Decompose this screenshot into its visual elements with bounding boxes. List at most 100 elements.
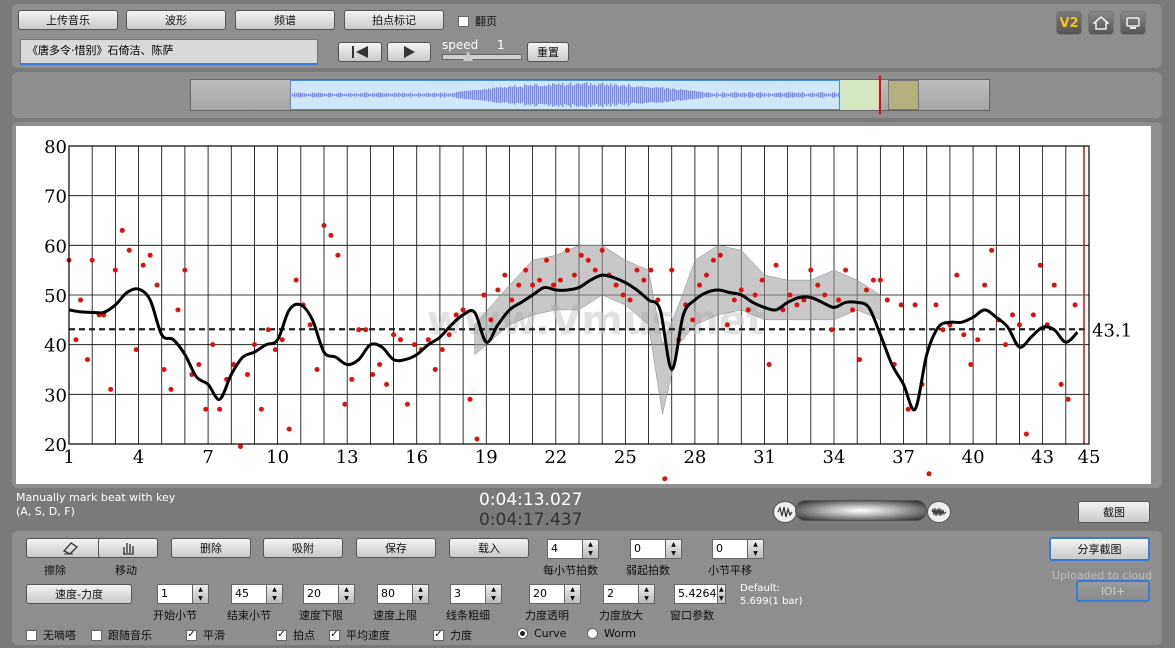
zoom-in-button[interactable] bbox=[927, 501, 951, 523]
stepper-arrows-icon[interactable]: ▲ ▼ bbox=[565, 584, 581, 604]
top-stepper-value[interactable]: 0 bbox=[712, 539, 748, 559]
previous-track-button[interactable] bbox=[338, 42, 382, 62]
home-button[interactable] bbox=[1088, 11, 1114, 35]
option-checkbox-5[interactable]: ✓ 力度 bbox=[433, 627, 472, 643]
bottom-stepper-value[interactable]: 20 bbox=[303, 584, 339, 604]
bottom-stepper-1[interactable]: 45 ▲ ▼ bbox=[231, 584, 283, 604]
option-checkbox-2[interactable]: ✓ 平滑 bbox=[186, 627, 225, 643]
waveform-sample bbox=[772, 94, 773, 96]
checkbox-box[interactable]: ✓ bbox=[329, 630, 340, 641]
bottom-stepper-value[interactable]: 5.4264 bbox=[674, 584, 718, 604]
bottom-stepper-4[interactable]: 3 ▲ ▼ bbox=[450, 584, 502, 604]
bottom-stepper-5[interactable]: 20 ▲ ▼ bbox=[529, 584, 581, 604]
waveform-sample bbox=[300, 93, 301, 97]
waveform-sample bbox=[602, 83, 603, 108]
stepper-arrows-icon[interactable]: ▲ ▼ bbox=[639, 584, 655, 604]
screenshot-button[interactable]: 截图 bbox=[1078, 501, 1150, 523]
tempo-chart[interactable]: 203040506070801 4 7 10 13 16 19 22 25 28 31 34 37 40 4… bbox=[16, 126, 1151, 484]
stepper-arrows-icon[interactable]: ▲ ▼ bbox=[748, 539, 764, 559]
option-checkbox-1[interactable]: 跟随音乐 bbox=[91, 627, 152, 643]
flip-page-checkbox[interactable]: 翻页 bbox=[458, 13, 497, 29]
bottom-stepper-label: 力度透明 bbox=[525, 607, 569, 623]
bottom-stepper-value[interactable]: 80 bbox=[377, 584, 413, 604]
speed-force-button[interactable]: 速度-力度 bbox=[26, 584, 132, 604]
checkbox-box[interactable]: ✓ bbox=[276, 630, 287, 641]
top-stepper-value[interactable]: 0 bbox=[630, 539, 666, 559]
top-stepper-2[interactable]: 0 ▲ ▼ bbox=[712, 539, 764, 559]
screen-button[interactable] bbox=[1120, 11, 1146, 35]
bottom-stepper-label: 力度放大 bbox=[599, 607, 643, 623]
display-mode-radio-1[interactable]: Worm bbox=[587, 627, 636, 640]
snap-button[interactable]: 吸附 bbox=[263, 538, 343, 558]
beat-point bbox=[774, 263, 779, 268]
erase-label: 擦除 bbox=[44, 562, 66, 578]
waveform-sample bbox=[758, 92, 759, 97]
bottom-stepper-value[interactable]: 45 bbox=[231, 584, 267, 604]
speed-slider[interactable] bbox=[442, 54, 522, 60]
zoom-slider[interactable] bbox=[795, 500, 927, 521]
stepper-arrows-icon[interactable]: ▲ ▼ bbox=[413, 584, 429, 604]
waveform-sample bbox=[732, 93, 733, 97]
song-title-field[interactable]: 《唐多令·惜别》石倚洁、陈萨 bbox=[20, 39, 318, 65]
checkbox-box[interactable] bbox=[26, 630, 37, 641]
bottom-stepper-6[interactable]: 2 ▲ ▼ bbox=[603, 584, 655, 604]
play-button[interactable] bbox=[387, 42, 431, 62]
radio-circle[interactable] bbox=[587, 628, 598, 639]
tap-mark-button[interactable]: 拍点标记 bbox=[344, 10, 444, 30]
bottom-stepper-2[interactable]: 20 ▲ ▼ bbox=[303, 584, 355, 604]
zoom-out-button[interactable] bbox=[773, 501, 797, 523]
bottom-stepper-value[interactable]: 2 bbox=[603, 584, 639, 604]
radio-circle[interactable] bbox=[517, 628, 528, 639]
stepper-arrows-icon[interactable]: ▲ ▼ bbox=[666, 539, 682, 559]
hint-text-line2: (A, S, D, F) bbox=[16, 505, 75, 518]
option-checkbox-3[interactable]: ✓ 拍点 bbox=[276, 627, 315, 643]
stepper-arrows-icon[interactable]: ▲ ▼ bbox=[193, 584, 209, 604]
stepper-arrows-icon[interactable]: ▲ ▼ bbox=[267, 584, 283, 604]
display-mode-radio-0[interactable]: Curve bbox=[517, 627, 566, 640]
checkbox-box[interactable]: ✓ bbox=[186, 630, 197, 641]
speed-slider-thumb[interactable] bbox=[463, 51, 473, 61]
bottom-stepper-0[interactable]: 1 ▲ ▼ bbox=[157, 584, 209, 604]
bottom-stepper-value[interactable]: 20 bbox=[529, 584, 565, 604]
stepper-arrows-icon[interactable]: ▲ ▼ bbox=[718, 584, 727, 604]
waveform-sample bbox=[438, 94, 439, 97]
top-stepper-1[interactable]: 0 ▲ ▼ bbox=[630, 539, 682, 559]
stepper-arrows-icon[interactable]: ▲ ▼ bbox=[583, 539, 599, 559]
waveform-playhead[interactable] bbox=[879, 76, 881, 114]
beat-point bbox=[565, 248, 570, 253]
upload-music-button[interactable]: 上传音乐 bbox=[18, 10, 118, 30]
beat-point bbox=[495, 288, 500, 293]
top-stepper-value[interactable]: 4 bbox=[547, 539, 583, 559]
share-screenshot-button[interactable]: 分享截图 bbox=[1049, 537, 1150, 561]
waveform-sample bbox=[378, 93, 379, 98]
waveform-sample bbox=[472, 90, 473, 100]
version-badge[interactable]: V2 bbox=[1056, 11, 1082, 35]
bottom-stepper-value[interactable]: 3 bbox=[450, 584, 486, 604]
waveform-sample bbox=[526, 85, 527, 105]
beat-point bbox=[628, 297, 633, 302]
checkbox-box[interactable]: ✓ bbox=[433, 630, 444, 641]
checkbox-label: 拍点 bbox=[293, 627, 315, 643]
spectrum-button[interactable]: 频谱 bbox=[235, 10, 335, 30]
top-stepper-0[interactable]: 4 ▲ ▼ bbox=[547, 539, 599, 559]
move-tool-button[interactable] bbox=[98, 538, 158, 558]
option-checkbox-0[interactable]: 无嘀嗒 bbox=[26, 627, 76, 643]
save-button[interactable]: 保存 bbox=[356, 538, 436, 558]
option-checkbox-4[interactable]: ✓ 平均速度 bbox=[329, 627, 390, 643]
reset-button[interactable]: 重置 bbox=[527, 42, 569, 62]
bottom-stepper-value[interactable]: 1 bbox=[157, 584, 193, 604]
waveform-button[interactable]: 波形 bbox=[126, 10, 226, 30]
waveform-selection-handle[interactable] bbox=[888, 80, 919, 110]
checkbox-box[interactable] bbox=[91, 630, 102, 641]
flip-page-box[interactable] bbox=[458, 16, 469, 27]
ioi-button[interactable]: IOI+ bbox=[1076, 580, 1150, 602]
waveform-sample bbox=[522, 87, 523, 102]
waveform-sample bbox=[600, 84, 601, 106]
delete-button[interactable]: 删除 bbox=[171, 538, 251, 558]
load-button[interactable]: 载入 bbox=[449, 538, 529, 558]
stepper-arrows-icon[interactable]: ▲ ▼ bbox=[486, 584, 502, 604]
waveform-sample bbox=[692, 91, 693, 100]
bottom-stepper-7[interactable]: 5.4264 ▲ ▼ bbox=[674, 584, 726, 604]
bottom-stepper-3[interactable]: 80 ▲ ▼ bbox=[377, 584, 429, 604]
stepper-arrows-icon[interactable]: ▲ ▼ bbox=[339, 584, 355, 604]
